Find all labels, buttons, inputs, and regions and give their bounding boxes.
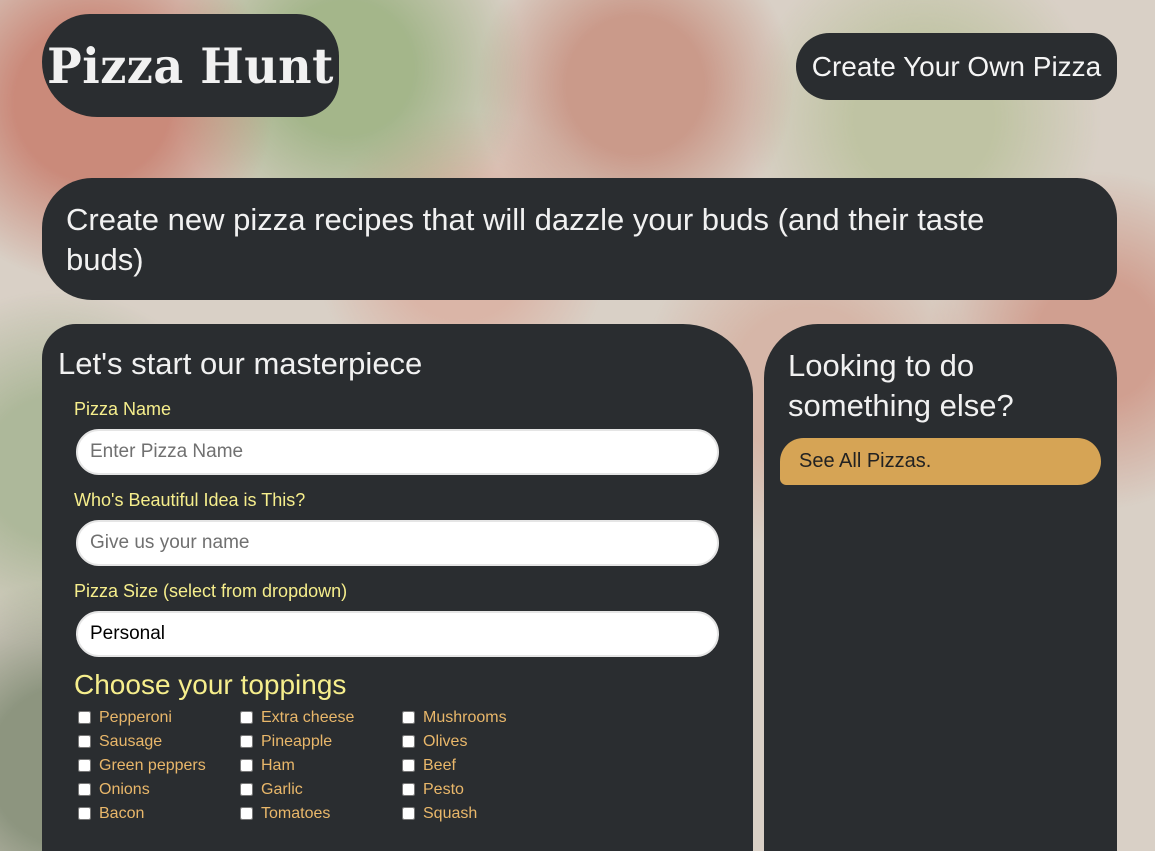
topping-option[interactable]: Extra cheese — [240, 707, 402, 728]
topping-option[interactable]: Ham — [240, 755, 402, 776]
topping-checkbox[interactable] — [402, 783, 415, 796]
topping-checkbox[interactable] — [78, 783, 91, 796]
topping-option[interactable]: Pesto — [402, 779, 564, 800]
topping-option[interactable]: Olives — [402, 731, 564, 752]
topping-checkbox[interactable] — [240, 711, 253, 724]
create-your-own-pizza-button[interactable]: Create Your Own Pizza — [796, 33, 1117, 100]
site-logo[interactable]: Pizza Hunt — [42, 14, 339, 117]
topping-option[interactable]: Squash — [402, 803, 564, 824]
topping-checkbox[interactable] — [240, 807, 253, 820]
topping-checkbox[interactable] — [78, 807, 91, 820]
topping-label: Tomatoes — [261, 804, 331, 822]
create-pizza-form: Let's start our masterpiece Pizza Name W… — [42, 324, 753, 851]
see-all-pizzas-label: See All Pizzas. — [799, 450, 932, 472]
topping-checkbox[interactable] — [240, 735, 253, 748]
topping-option[interactable]: Tomatoes — [240, 803, 402, 824]
topping-option[interactable]: Sausage — [78, 731, 240, 752]
pizza-name-input[interactable] — [76, 429, 719, 475]
topping-checkbox[interactable] — [78, 711, 91, 724]
pizza-name-label: Pizza Name — [74, 399, 172, 419]
topping-label: Garlic — [261, 780, 303, 798]
hero-banner: Create new pizza recipes that will dazzl… — [42, 178, 1117, 300]
topping-option[interactable]: Garlic — [240, 779, 402, 800]
toppings-grid: Pepperoni Extra cheese Mushrooms Sausage Pin… — [78, 707, 737, 824]
topping-label: Pineapple — [261, 732, 333, 750]
topping-label: Beef — [423, 756, 456, 774]
topping-label: Pepperoni — [99, 708, 172, 726]
see-all-pizzas-button[interactable]: See All Pizzas. — [780, 438, 1101, 485]
topping-checkbox[interactable] — [402, 711, 415, 724]
sidebar: Looking to do something else? See All Pi… — [764, 324, 1117, 851]
topping-label: Onions — [99, 780, 150, 798]
pizza-size-value: Personal — [90, 623, 165, 644]
topping-checkbox[interactable] — [78, 735, 91, 748]
topping-option[interactable]: Beef — [402, 755, 564, 776]
topping-checkbox[interactable] — [402, 735, 415, 748]
topping-label: Pesto — [423, 780, 464, 798]
pizza-size-select[interactable]: Personal — [76, 611, 719, 657]
topping-option[interactable]: Mushrooms — [402, 707, 564, 728]
topping-checkbox[interactable] — [240, 759, 253, 772]
topping-checkbox[interactable] — [402, 807, 415, 820]
topping-option[interactable]: Pineapple — [240, 731, 402, 752]
sidebar-heading: Looking to do something else? — [788, 348, 1014, 423]
topping-checkbox[interactable] — [240, 783, 253, 796]
topping-checkbox[interactable] — [402, 759, 415, 772]
topping-label: Extra cheese — [261, 708, 355, 726]
toppings-heading: Choose your toppings — [74, 669, 347, 700]
topping-option[interactable]: Onions — [78, 779, 240, 800]
topping-label: Sausage — [99, 732, 163, 750]
topping-label: Bacon — [99, 804, 145, 822]
topping-label: Ham — [261, 756, 295, 774]
topping-option[interactable]: Pepperoni — [78, 707, 240, 728]
form-heading: Let's start our masterpiece — [58, 346, 423, 381]
topping-label: Green peppers — [99, 756, 206, 774]
topping-label: Olives — [423, 732, 468, 750]
creator-label: Who's Beautiful Idea is This? — [74, 490, 306, 510]
creator-name-input[interactable] — [76, 520, 719, 566]
topping-label: Mushrooms — [423, 708, 507, 726]
topping-option[interactable]: Bacon — [78, 803, 240, 824]
topping-label: Squash — [423, 804, 478, 822]
topping-checkbox[interactable] — [78, 759, 91, 772]
topping-option[interactable]: Green peppers — [78, 755, 240, 776]
pizza-size-label: Pizza Size (select from dropdown) — [74, 581, 348, 601]
hero-text: Create new pizza recipes that will dazzl… — [66, 202, 985, 277]
logo-text: Pizza Hunt — [47, 37, 334, 94]
